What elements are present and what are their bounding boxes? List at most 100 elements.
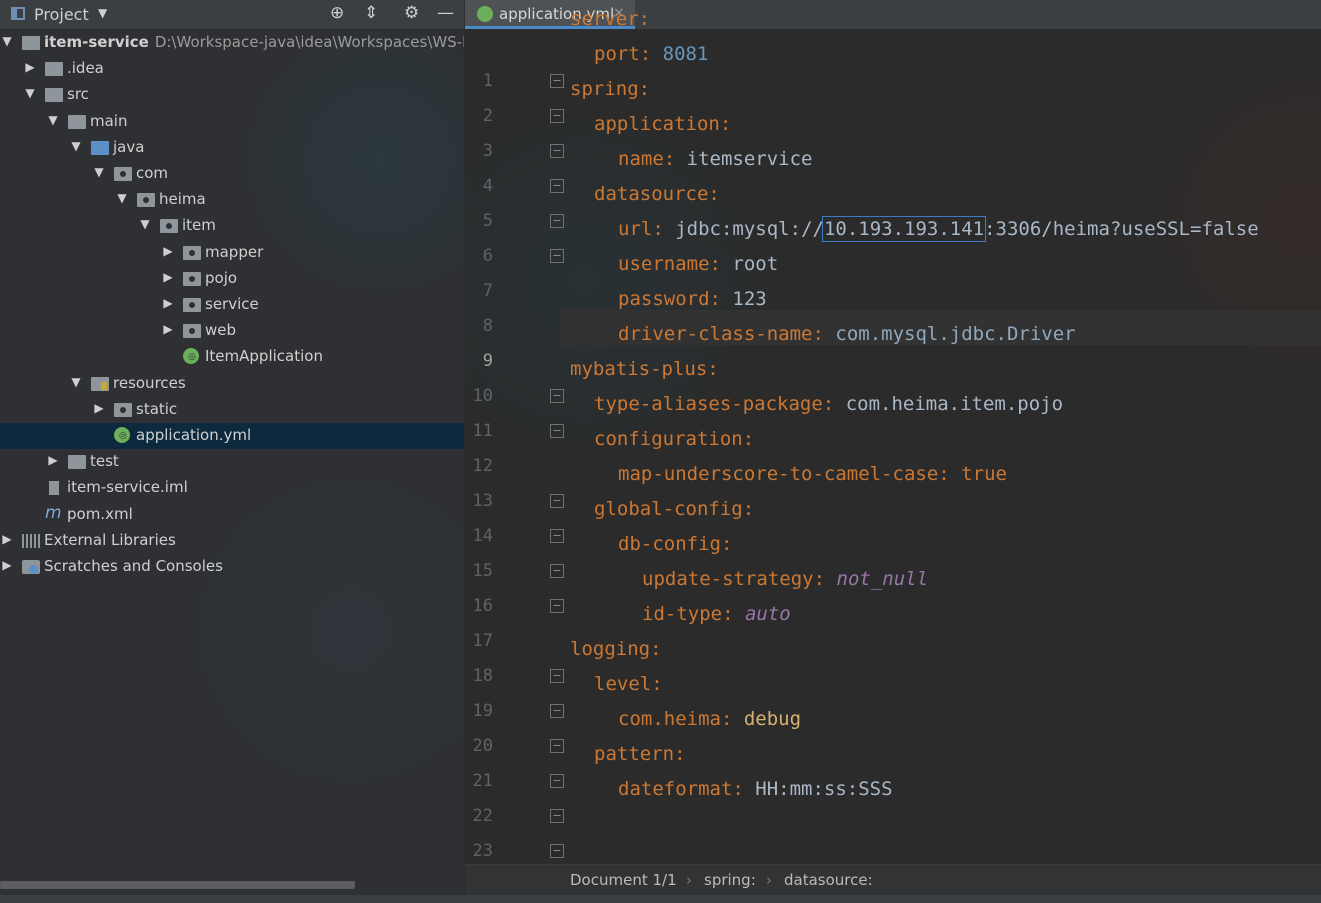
code-line[interactable]: application: [594, 113, 731, 135]
chevron-right-icon[interactable]: ▶ [0, 532, 14, 546]
code-line[interactable]: password: 123 [618, 288, 767, 310]
fold-collapse-icon[interactable]: − [550, 599, 564, 613]
tree-item[interactable]: ItemApplication [0, 344, 464, 370]
fold-collapse-icon[interactable]: − [550, 704, 564, 718]
chevron-down-icon[interactable]: ▼ [69, 375, 83, 389]
code-line[interactable]: global-config: [594, 498, 754, 520]
code-line[interactable]: server: [570, 8, 650, 30]
fold-collapse-icon[interactable]: − [550, 74, 564, 88]
horizontal-scrollbar[interactable] [0, 881, 355, 889]
tree-item[interactable]: ▶ mapper [0, 240, 464, 266]
chevron-right-icon[interactable]: ▶ [92, 401, 106, 415]
tree-item[interactable]: ▶ static [0, 397, 464, 423]
breadcrumb-item[interactable]: spring: [704, 871, 756, 889]
fold-collapse-icon[interactable]: − [550, 809, 564, 823]
tree-item[interactable]: ▼ item [0, 213, 464, 239]
tree-item[interactable]: m pom.xml [0, 502, 464, 528]
tree-item[interactable]: ▼ src [0, 82, 464, 108]
tree-item[interactable]: ▶ test [0, 449, 464, 475]
fold-collapse-icon[interactable]: − [550, 144, 564, 158]
tree-item[interactable]: ▶ pojo [0, 266, 464, 292]
chevron-down-icon[interactable]: ▼ [138, 217, 152, 231]
fold-end-icon[interactable]: − [550, 389, 564, 403]
code-line[interactable]: map-underscore-to-camel-case: true [618, 463, 1007, 485]
yaml-value: 123 [732, 288, 767, 310]
yaml-key: configuration [594, 428, 743, 450]
breadcrumb-item[interactable]: datasource: [784, 871, 873, 889]
yaml-separator: : [938, 463, 950, 485]
chevron-down-icon[interactable]: ▼ [98, 6, 107, 20]
chevron-right-icon[interactable]: ▶ [161, 296, 175, 310]
chevron-right-icon[interactable]: ▶ [161, 322, 175, 336]
code-line[interactable]: com.heima: debug [618, 708, 801, 730]
code-line[interactable]: level: [594, 673, 663, 695]
code-line[interactable]: dateformat: HH:mm:ss:SSS [618, 778, 893, 800]
code-line[interactable]: type-aliases-package: com.heima.item.poj… [594, 393, 1063, 415]
minimize-icon[interactable]: — [437, 3, 454, 23]
code-line[interactable]: logging: [570, 638, 662, 660]
tree-item[interactable]: ▼ heima [0, 187, 464, 213]
fold-collapse-icon[interactable]: − [550, 179, 564, 193]
tree-item[interactable]: ▶ Scratches and Consoles [0, 554, 464, 580]
code-line[interactable]: username: root [618, 253, 778, 275]
code-line[interactable]: id-type: auto [642, 603, 791, 625]
fold-end-icon[interactable]: − [550, 669, 564, 683]
fold-end-icon[interactable]: − [550, 109, 564, 123]
tree-item[interactable]: ▶ .idea [0, 56, 464, 82]
code-line[interactable]: mybatis-plus: [570, 358, 719, 380]
chevron-down-icon[interactable]: ▼ [23, 86, 37, 100]
chevron-down-icon[interactable]: ▼ [115, 191, 129, 205]
locate-icon[interactable]: ⊕ [330, 3, 344, 23]
fold-collapse-icon[interactable]: − [550, 739, 564, 753]
fold-collapse-icon[interactable]: − [550, 249, 564, 263]
tree-item-label: .idea [67, 59, 104, 77]
gear-icon[interactable]: ⚙ [404, 3, 419, 23]
tree-item[interactable]: ▼ com [0, 161, 464, 187]
tree-item[interactable]: ▶ service [0, 292, 464, 318]
tree-item[interactable]: ▶ External Libraries [0, 528, 464, 554]
code-line[interactable]: spring: [570, 78, 650, 100]
tree-item[interactable]: ▶ web [0, 318, 464, 344]
code-line[interactable]: url: jdbc:mysql://10.193.193.141:3306/he… [618, 216, 1259, 242]
fold-collapse-icon[interactable]: − [550, 424, 564, 438]
chevron-down-icon[interactable]: ▼ [0, 34, 14, 48]
code-line[interactable]: configuration: [594, 428, 754, 450]
chevron-right-icon[interactable]: ▶ [46, 453, 60, 467]
code-line[interactable]: db-config: [618, 533, 732, 555]
fold-end-icon[interactable]: − [550, 844, 564, 858]
project-view-selector[interactable]: Project [34, 5, 89, 24]
yaml-key: global-config [594, 498, 743, 520]
selected-ip-text[interactable]: 10.193.193.141 [821, 216, 987, 242]
code-line[interactable]: update-strategy: not_null [642, 568, 928, 590]
line-number: 6 [482, 246, 493, 266]
breadcrumb-document[interactable]: Document 1/1 [570, 871, 677, 889]
tree-item[interactable]: ▼ main [0, 109, 464, 135]
fold-end-icon[interactable]: − [550, 774, 564, 788]
line-number: 3 [482, 141, 493, 161]
chevron-right-icon[interactable]: ▶ [161, 270, 175, 284]
chevron-down-icon[interactable]: ▼ [69, 139, 83, 153]
folder-icon [68, 455, 86, 470]
chevron-right-icon[interactable]: ▶ [23, 60, 37, 74]
collapse-all-icon[interactable]: ⇕ [364, 3, 378, 23]
fold-collapse-icon[interactable]: − [550, 494, 564, 508]
tree-item[interactable]: ▼ java [0, 135, 464, 161]
code-line[interactable]: port: 8081 [594, 43, 708, 65]
fold-end-icon[interactable]: − [550, 214, 564, 228]
chevron-down-icon[interactable]: ▼ [46, 113, 60, 127]
code-line[interactable]: driver-class-name: com.mysql.jdbc.Driver [618, 323, 1076, 345]
code-line[interactable]: datasource: [594, 183, 720, 205]
tree-item[interactable]: ▼ resources [0, 371, 464, 397]
yaml-key: name [618, 148, 664, 170]
chevron-right-icon[interactable]: ▶ [0, 558, 14, 572]
fold-collapse-icon[interactable]: − [550, 564, 564, 578]
line-number: 15 [472, 561, 493, 581]
chevron-right-icon[interactable]: ▶ [161, 244, 175, 258]
tree-item[interactable]: application.yml [0, 423, 464, 449]
fold-end-icon[interactable]: − [550, 529, 564, 543]
code-line[interactable]: name: itemservice [618, 148, 813, 170]
tree-item[interactable]: ▼ item-service D:\Workspace-java\idea\Work… [0, 30, 464, 56]
code-line[interactable]: pattern: [594, 743, 686, 765]
tree-item[interactable]: item-service.iml [0, 475, 464, 501]
chevron-down-icon[interactable]: ▼ [92, 165, 106, 179]
